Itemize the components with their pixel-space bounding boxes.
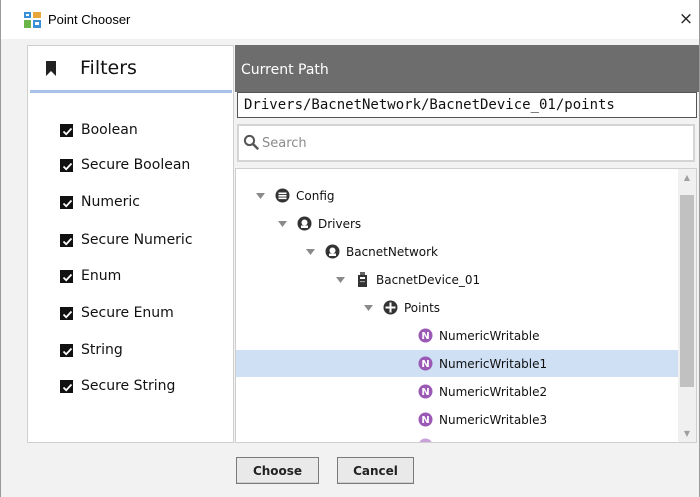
title-bar: Point Chooser × <box>1 0 699 39</box>
filter-numeric[interactable]: Numeric <box>60 192 140 212</box>
filter-secure-enum[interactable]: Secure Enum <box>60 303 174 323</box>
expand-arrow-icon[interactable] <box>256 192 265 200</box>
tree-node-label: NumericWritable3 <box>439 412 548 427</box>
filter-label: String <box>81 342 123 358</box>
cancel-button[interactable]: Cancel <box>337 457 414 484</box>
choose-button[interactable]: Choose <box>236 457 319 484</box>
scroll-down-arrow-icon[interactable]: ▼ <box>678 425 696 442</box>
numeric-point-icon: N <box>418 328 433 343</box>
filter-label: Secure Numeric <box>81 232 193 248</box>
search-box[interactable] <box>237 124 695 162</box>
filter-string[interactable]: String <box>60 340 123 360</box>
tree-node-numericwritable[interactable]: N NumericWritable <box>236 322 679 349</box>
numeric-point-icon: N <box>418 412 433 427</box>
tree-grid-icon <box>24 12 41 28</box>
tree-node-label: NumericWritable <box>439 328 540 343</box>
search-icon <box>243 134 259 150</box>
driver-icon <box>297 216 312 231</box>
point-chooser-dialog: Point Chooser × Filters Boolean Secure B… <box>0 0 700 497</box>
expand-arrow-icon[interactable] <box>278 220 287 228</box>
tree-node-label: BacnetNetwork <box>346 244 438 259</box>
current-path-value: Drivers/BacnetNetwork/BacnetDevice_01/po… <box>244 97 615 113</box>
tree-node-label: NumericWritable2 <box>439 384 548 399</box>
filters-panel: Filters Boolean Secure Boolean Numeric S… <box>27 45 234 443</box>
current-path-header: Current Path <box>235 45 699 92</box>
numeric-point-icon: N <box>418 384 433 399</box>
tree-node-label: NumericWritable1 <box>439 356 548 371</box>
point-tree: Config Drivers BacnetNetwork BacnetDevic… <box>235 168 697 443</box>
tree-node-numericwritable2[interactable]: N NumericWritable2 <box>236 378 679 405</box>
expand-arrow-icon[interactable] <box>306 248 315 256</box>
expand-arrow-icon[interactable] <box>364 304 373 312</box>
checkbox-checked-icon[interactable] <box>60 195 73 209</box>
tree-node-label: Points <box>404 300 441 315</box>
filter-secure-numeric[interactable]: Secure Numeric <box>60 230 193 250</box>
numeric-point-icon: N <box>418 356 433 371</box>
bookmark-icon <box>46 61 56 76</box>
search-input[interactable] <box>262 133 682 153</box>
checkbox-checked-icon[interactable] <box>60 158 73 172</box>
filter-secure-boolean[interactable]: Secure Boolean <box>60 155 190 175</box>
close-button[interactable]: × <box>675 8 697 30</box>
points-icon <box>383 300 398 315</box>
tree-node-bacnetdevice-01[interactable]: BacnetDevice_01 <box>236 266 679 293</box>
current-path-title: Current Path <box>241 62 329 78</box>
device-icon <box>358 272 367 287</box>
tree-node-label: BacnetDevice_01 <box>376 272 481 287</box>
tree-node-label: Drivers <box>318 216 362 231</box>
database-icon <box>275 188 290 203</box>
filter-enum[interactable]: Enum <box>60 266 121 286</box>
svg-text:N: N <box>421 331 429 342</box>
filters-divider <box>30 90 232 93</box>
checkbox-checked-icon[interactable] <box>60 233 73 247</box>
svg-text:N: N <box>421 387 429 398</box>
filters-header: Filters <box>28 46 233 91</box>
checkbox-checked-icon[interactable] <box>60 306 73 320</box>
tree-node-numericwritable3[interactable]: N NumericWritable3 <box>236 406 679 433</box>
filter-label: Enum <box>81 268 122 284</box>
checkbox-checked-icon[interactable] <box>60 123 73 137</box>
checkbox-checked-icon[interactable] <box>60 269 73 283</box>
filter-label: Secure String <box>81 378 176 394</box>
tree-node-drivers[interactable]: Drivers <box>236 210 679 237</box>
filter-label: Numeric <box>81 194 140 210</box>
scroll-thumb[interactable] <box>680 195 694 387</box>
filter-label: Secure Boolean <box>81 157 191 173</box>
tree-node-bacnetnetwork[interactable]: BacnetNetwork <box>236 238 679 265</box>
svg-text:N: N <box>421 415 429 426</box>
svg-text:N: N <box>421 359 429 370</box>
numeric-point-icon <box>419 438 432 442</box>
checkbox-checked-icon[interactable] <box>60 379 73 393</box>
tree-node-label: Config <box>296 188 335 203</box>
tree-node-points[interactable]: Points <box>236 294 679 321</box>
tree-scrollbar[interactable]: ▲ ▼ <box>678 169 696 442</box>
window-title: Point Chooser <box>48 12 131 27</box>
tree-node-numericwritable1[interactable]: N NumericWritable1 <box>236 350 679 377</box>
current-path-field: Drivers/BacnetNetwork/BacnetDevice_01/po… <box>237 92 697 118</box>
scroll-up-arrow-icon[interactable]: ▲ <box>678 169 696 186</box>
filters-title: Filters <box>80 57 137 79</box>
network-icon <box>325 244 340 259</box>
filter-label: Boolean <box>81 122 138 138</box>
checkbox-checked-icon[interactable] <box>60 343 73 357</box>
filter-label: Secure Enum <box>81 305 174 321</box>
filter-boolean[interactable]: Boolean <box>60 120 138 140</box>
filter-secure-string[interactable]: Secure String <box>60 376 175 396</box>
expand-arrow-icon[interactable] <box>336 276 345 284</box>
tree-node-config[interactable]: Config <box>236 182 679 209</box>
